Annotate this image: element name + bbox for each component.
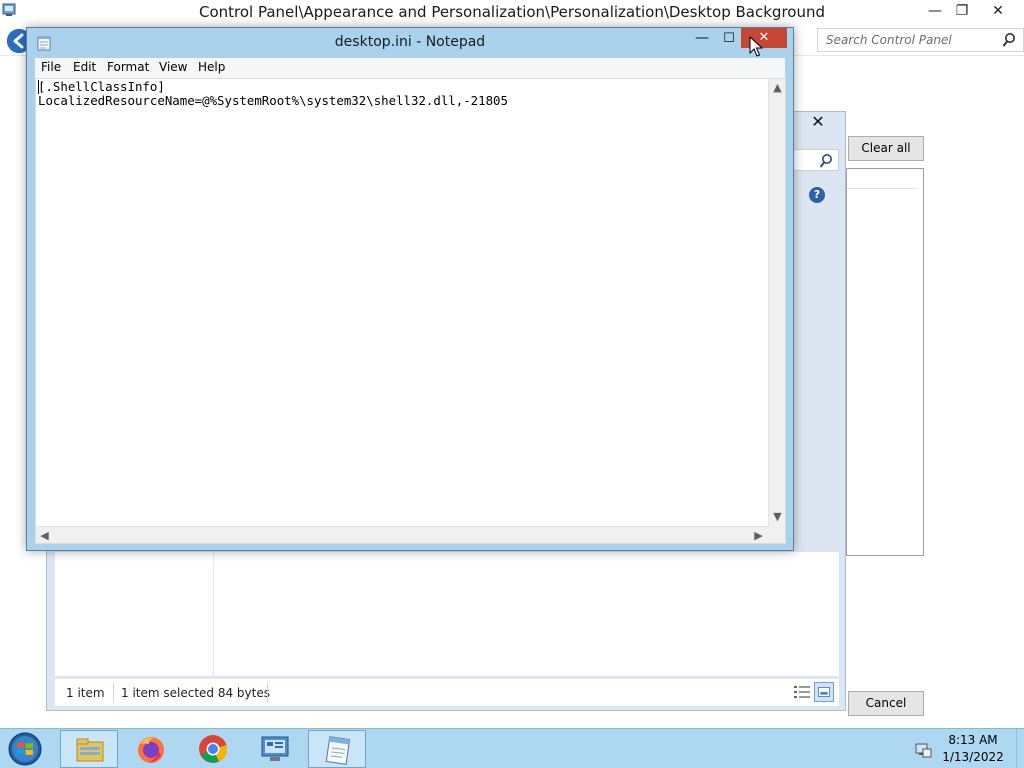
control-panel-icon bbox=[261, 736, 289, 761]
taskbar-control-panel[interactable] bbox=[246, 730, 304, 768]
mouse-cursor-icon bbox=[749, 36, 763, 57]
vertical-scrollbar[interactable]: ▲ ▼ bbox=[768, 79, 785, 526]
scroll-up-arrow-icon[interactable]: ▲ bbox=[770, 80, 785, 95]
horizontal-scrollbar[interactable]: ◀ ▶ bbox=[36, 526, 768, 543]
notepad-window: desktop.ini - Notepad — ☐ ✕ File Edit Fo… bbox=[26, 27, 794, 551]
taskbar-notepad[interactable] bbox=[308, 730, 366, 768]
control-panel-titlebar[interactable]: Control Panel\Appearance and Personaliza… bbox=[0, 0, 1024, 24]
taskbar: 8:13 AM 1/13/2022 bbox=[0, 728, 1024, 768]
taskbar-file-explorer[interactable] bbox=[60, 730, 118, 768]
large-icons-view-icon[interactable] bbox=[814, 682, 834, 702]
clock-time[interactable]: 8:13 AM bbox=[941, 733, 1005, 747]
dialog-close-button[interactable]: ✕ bbox=[805, 112, 831, 132]
notepad-icon bbox=[325, 736, 351, 765]
clear-all-button[interactable]: Clear all bbox=[848, 136, 924, 161]
taskbar-firefox[interactable] bbox=[122, 730, 180, 768]
search-icon[interactable] bbox=[819, 153, 833, 169]
notepad-close-button[interactable]: ✕ bbox=[741, 28, 787, 48]
notepad-maximize-button[interactable]: ☐ bbox=[717, 30, 741, 50]
notepad-title: desktop.ini - Notepad bbox=[334, 34, 486, 50]
notepad-minimize-button[interactable]: — bbox=[690, 30, 714, 50]
menu-view[interactable]: View bbox=[159, 60, 187, 74]
chrome-icon bbox=[199, 735, 228, 763]
scroll-left-arrow-icon[interactable]: ◀ bbox=[37, 528, 52, 543]
help-icon[interactable]: ? bbox=[809, 187, 825, 203]
search-input[interactable]: Search Control Panel bbox=[817, 28, 1024, 52]
size-grip[interactable] bbox=[768, 526, 785, 543]
notepad-titlebar[interactable]: desktop.ini - Notepad — ☐ ✕ bbox=[27, 28, 793, 58]
text-editor[interactable]: [.ShellClassInfo] LocalizedResourceName=… bbox=[35, 78, 786, 544]
search-icon[interactable] bbox=[1002, 32, 1016, 48]
search-placeholder: Search Control Panel bbox=[826, 33, 952, 47]
menu-file[interactable]: File bbox=[41, 60, 61, 74]
editor-content[interactable]: [.ShellClassInfo] LocalizedResourceName=… bbox=[38, 80, 508, 108]
selection-info: 1 item selected 84 bytes bbox=[121, 686, 270, 700]
menu-bar: File Edit Format View Help bbox=[35, 58, 785, 78]
cancel-button[interactable]: Cancel bbox=[848, 691, 924, 716]
dialog-search-input[interactable] bbox=[792, 149, 839, 171]
details-view-icon[interactable] bbox=[793, 684, 811, 700]
restore-button[interactable]: ❐ bbox=[947, 2, 977, 22]
status-separator bbox=[113, 683, 114, 703]
status-bar: 1 item 1 item selected 84 bytes bbox=[55, 678, 839, 706]
picture-list-panel bbox=[846, 168, 924, 556]
close-button[interactable]: ✕ bbox=[983, 2, 1013, 22]
navigation-pane-divider[interactable] bbox=[213, 552, 214, 676]
file-list-area bbox=[55, 552, 839, 676]
menu-help[interactable]: Help bbox=[198, 60, 225, 74]
divider bbox=[847, 188, 917, 189]
item-count: 1 item bbox=[66, 686, 105, 700]
scroll-right-arrow-icon[interactable]: ▶ bbox=[751, 528, 766, 543]
show-desktop-button[interactable] bbox=[1016, 729, 1024, 768]
control-panel-title: Control Panel\Appearance and Personaliza… bbox=[198, 3, 825, 21]
folder-icon bbox=[76, 738, 104, 762]
status-separator bbox=[267, 683, 268, 703]
scroll-down-arrow-icon[interactable]: ▼ bbox=[770, 509, 785, 524]
menu-format[interactable]: Format bbox=[107, 60, 149, 74]
windows-start-icon[interactable] bbox=[8, 732, 42, 766]
menu-edit[interactable]: Edit bbox=[73, 60, 96, 74]
network-icon[interactable] bbox=[914, 741, 932, 759]
text-caret bbox=[38, 80, 39, 94]
firefox-icon bbox=[138, 737, 164, 763]
clock-date[interactable]: 1/13/2022 bbox=[941, 750, 1005, 764]
minimize-button[interactable]: — bbox=[920, 2, 950, 22]
taskbar-chrome[interactable] bbox=[184, 730, 242, 768]
